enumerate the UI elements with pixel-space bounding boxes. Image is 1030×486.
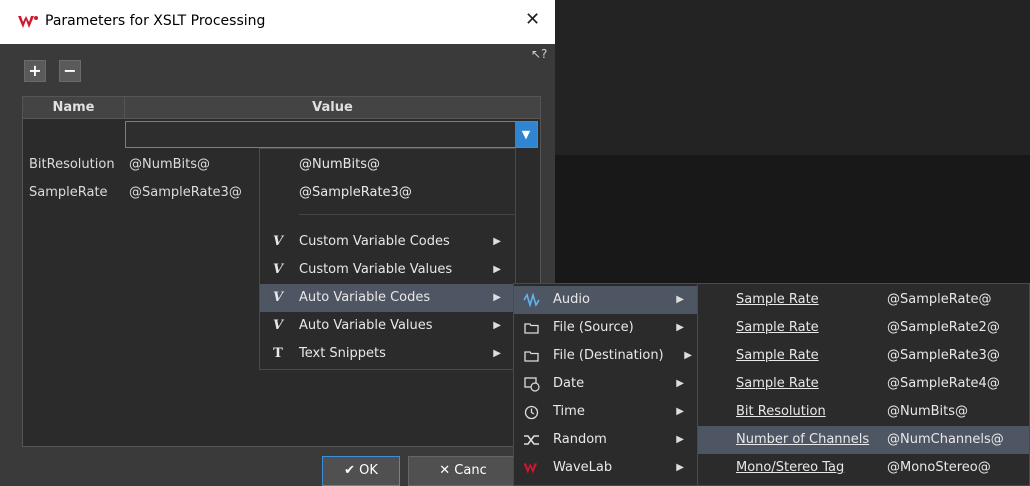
column-header-value[interactable]: Value xyxy=(125,97,541,119)
remove-parameter-button[interactable]: − xyxy=(59,60,81,82)
shuffle-icon xyxy=(524,435,539,445)
menu-item-audio-code[interactable]: Sample Rate @SampleRate@ xyxy=(698,286,1029,314)
close-icon[interactable]: ✕ xyxy=(525,9,540,30)
submenu-arrow-icon: ▶ xyxy=(493,320,501,331)
submenu-arrow-icon: ▶ xyxy=(676,406,684,417)
submenu-arrow-icon: ▶ xyxy=(676,322,684,333)
menu-item-audio-code[interactable]: Sample Rate @SampleRate4@ xyxy=(698,370,1029,398)
dialog-title: Parameters for XSLT Processing xyxy=(45,13,266,29)
waveform-icon xyxy=(523,293,540,307)
variable-auto-icon: V xyxy=(272,318,284,333)
menu-item-audio-code[interactable]: Sample Rate @SampleRate2@ xyxy=(698,314,1029,342)
menu-item-random[interactable]: Random ▶ xyxy=(514,426,698,454)
text-snippet-icon: T xyxy=(273,346,283,361)
row-value-cell[interactable]: @NumBits@ xyxy=(129,152,210,178)
row-name-cell[interactable]: BitResolution xyxy=(29,152,115,178)
cancel-button[interactable]: ✕ Canc xyxy=(408,456,518,486)
submenu-arrow-icon: ▶ xyxy=(676,462,684,473)
variable-user-icon: V xyxy=(272,262,284,277)
row-value-cell[interactable]: @SampleRate3@ xyxy=(129,180,242,206)
submenu-arrow-icon: ▶ xyxy=(684,350,692,361)
variable-auto-icon: V xyxy=(272,290,284,305)
menu-item-wavelab[interactable]: WaveLab ▶ xyxy=(514,454,698,482)
chevron-down-icon[interactable]: ▼ xyxy=(515,122,537,147)
submenu-arrow-icon: ▶ xyxy=(493,264,501,275)
recent-item[interactable]: @SampleRate3@ xyxy=(260,179,515,207)
whats-this-help-icon[interactable]: ↖? xyxy=(531,47,547,61)
menu-item-audio-code[interactable]: Number of Channels @NumChannels@ xyxy=(698,426,1029,454)
recent-item[interactable]: @NumBits@ xyxy=(260,151,515,179)
add-parameter-button[interactable]: + xyxy=(24,60,46,82)
checkmark-icon: ✔ xyxy=(344,463,355,478)
menu-item-time[interactable]: Time ▶ xyxy=(514,398,698,426)
variable-user-icon: V xyxy=(272,234,284,249)
menu-item-custom-variable-codes[interactable]: V Custom Variable Codes ▶ xyxy=(260,228,515,256)
menu-item-file-source[interactable]: File (Source) ▶ xyxy=(514,314,698,342)
menu-item-auto-variable-values[interactable]: V Auto Variable Values ▶ xyxy=(260,312,515,340)
submenu-arrow-icon: ▶ xyxy=(676,378,684,389)
folder-icon xyxy=(524,351,539,362)
submenu-arrow-icon: ▶ xyxy=(493,292,501,303)
submenu-arrow-icon: ▶ xyxy=(676,294,684,305)
ok-button-label: OK xyxy=(359,463,378,478)
wavelab-icon xyxy=(523,463,537,474)
menu-item-audio[interactable]: Audio ▶ xyxy=(514,286,698,314)
calendar-icon xyxy=(524,377,540,392)
menu-item-date[interactable]: Date ▶ xyxy=(514,370,698,398)
column-header-name[interactable]: Name xyxy=(23,97,125,119)
value-combo-input[interactable] xyxy=(125,121,538,148)
audio-codes-submenu: Sample Rate @SampleRate@ Sample Rate @Samp… xyxy=(697,283,1030,486)
menu-item-custom-variable-values[interactable]: V Custom Variable Values ▶ xyxy=(260,256,515,284)
submenu-arrow-icon: ▶ xyxy=(493,348,501,359)
menu-item-auto-variable-codes[interactable]: V Auto Variable Codes ▶ xyxy=(260,284,515,312)
cancel-x-icon: ✕ xyxy=(439,463,451,478)
menu-item-text-snippets[interactable]: T Text Snippets ▶ xyxy=(260,340,515,368)
row-name-cell[interactable]: SampleRate xyxy=(29,180,108,206)
menu-item-audio-code[interactable]: Sample Rate @SampleRate3@ xyxy=(698,342,1029,370)
title-bar: Parameters for XSLT Processing ✕ xyxy=(0,0,555,44)
submenu-arrow-icon: ▶ xyxy=(493,236,501,247)
auto-variable-codes-submenu: Audio ▶ File (Source) ▶ File (Destination)… xyxy=(513,283,699,486)
ok-button[interactable]: ✔ OK xyxy=(322,456,400,486)
menu-item-audio-code[interactable]: Mono/Stereo Tag @MonoStereo@ xyxy=(698,454,1029,482)
menu-item-audio-code[interactable]: Bit Resolution @NumBits@ xyxy=(698,398,1029,426)
submenu-arrow-icon: ▶ xyxy=(676,434,684,445)
clock-icon xyxy=(524,405,539,420)
variables-popup-menu: @NumBits@ @SampleRate3@ V Custom Variabl… xyxy=(259,148,516,370)
folder-icon xyxy=(524,323,539,334)
cancel-button-label: Canc xyxy=(454,463,487,478)
menu-separator xyxy=(299,214,515,215)
wavelab-logo-icon xyxy=(18,16,38,28)
menu-item-file-destination[interactable]: File (Destination) ▶ xyxy=(514,342,698,370)
